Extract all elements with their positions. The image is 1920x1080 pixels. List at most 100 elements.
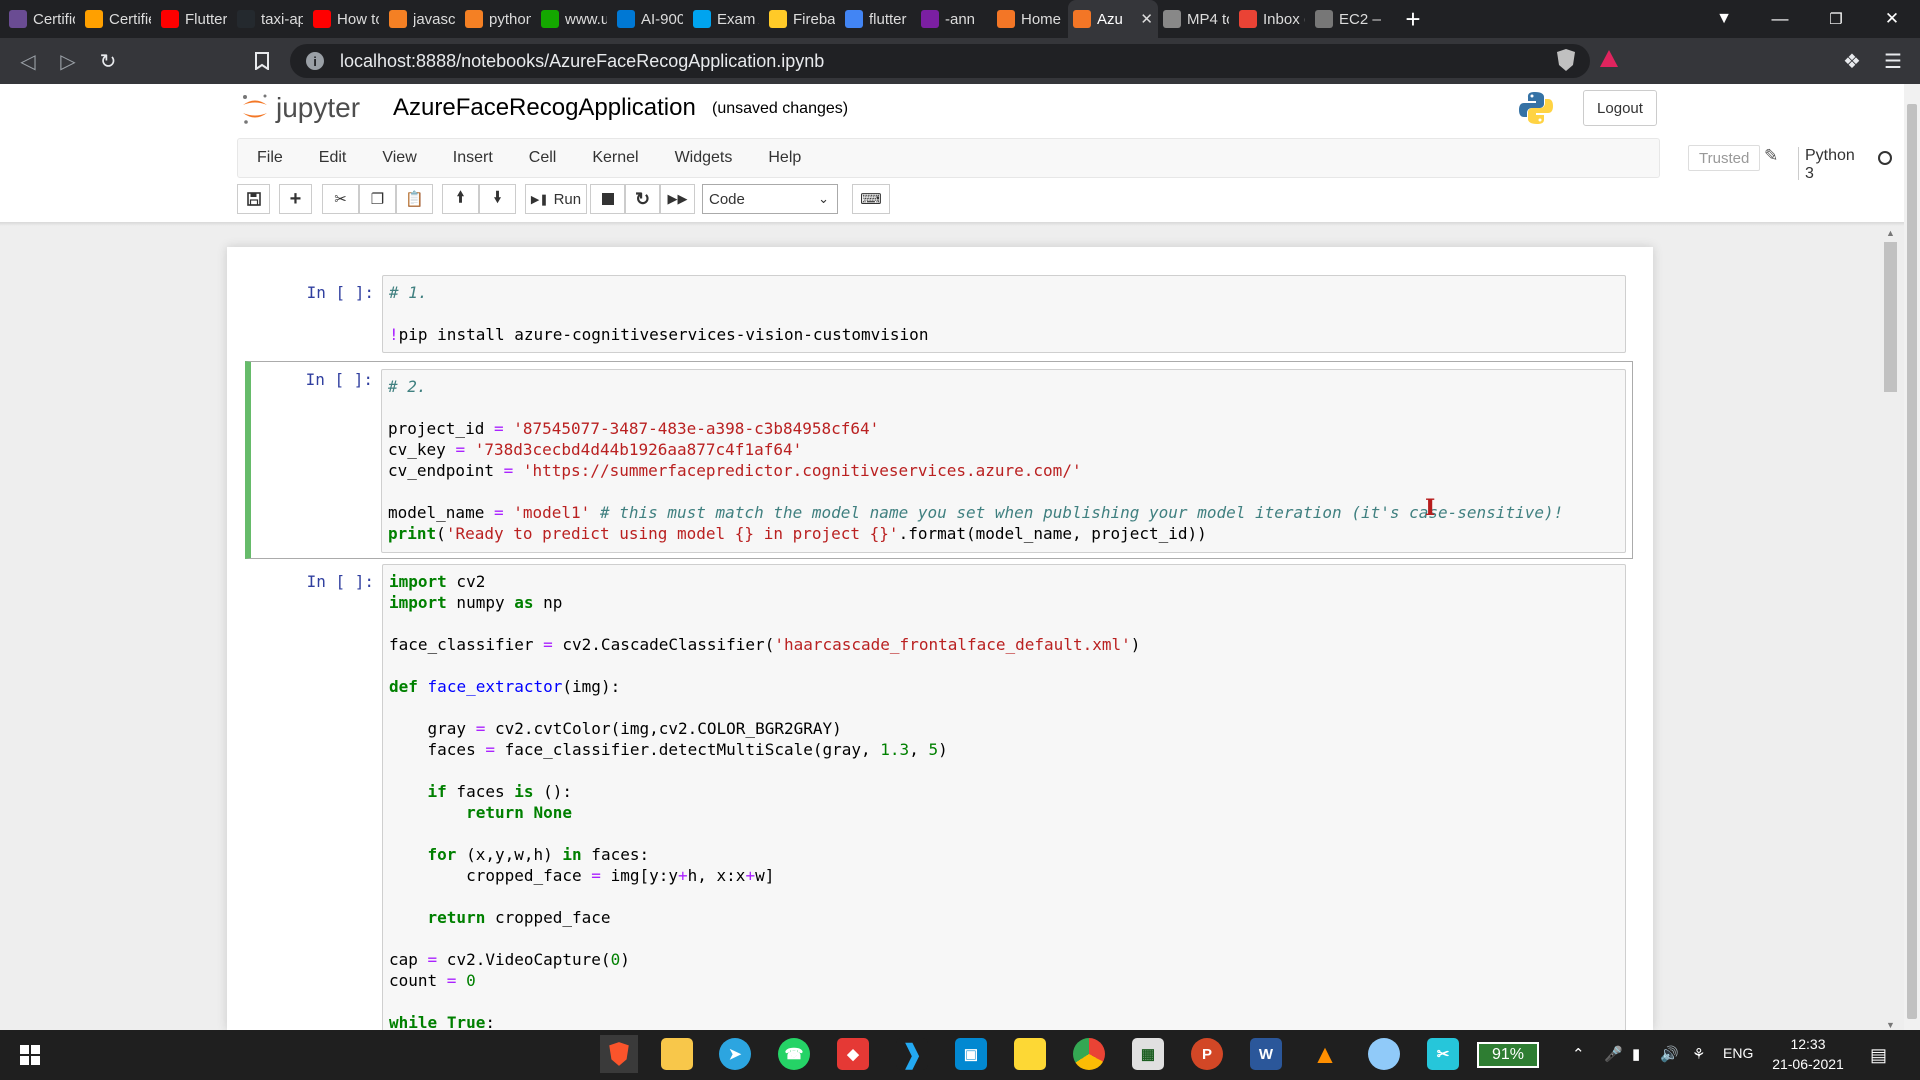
scroll-up-icon[interactable]: ▲ [1886, 228, 1895, 238]
trusted-indicator[interactable]: Trusted [1688, 145, 1761, 171]
menu-edit[interactable]: Edit [301, 139, 365, 177]
battery-indicator[interactable]: 91% [1477, 1042, 1539, 1068]
restart-run-all-button[interactable]: ▶▶ [660, 184, 695, 214]
browser-tab[interactable]: Home [992, 0, 1068, 38]
browser-tab[interactable]: Flutter [156, 0, 232, 38]
taskbar-anydesk-icon[interactable]: ◆ [837, 1038, 869, 1070]
insert-cell-button[interactable]: + [279, 184, 312, 214]
system-clock[interactable]: 12:33 21-06-2021 [1765, 1034, 1851, 1074]
interrupt-button[interactable] [590, 184, 625, 214]
notebook-scroll-thumb[interactable] [1884, 242, 1897, 392]
jupyter-logo[interactable]: jupyter [240, 92, 360, 124]
page-scroll-thumb[interactable] [1907, 104, 1917, 1019]
battery-icon[interactable]: ▮ [1632, 1045, 1640, 1063]
taskbar-powerpoint-icon[interactable]: P [1191, 1038, 1223, 1070]
tray-overflow-icon[interactable]: ⌃ [1572, 1045, 1585, 1063]
notebook-container[interactable]: In [ ]: # 1. !pip install azure-cognitiv… [227, 247, 1653, 1030]
browser-tab[interactable]: Exam A [688, 0, 764, 38]
browser-tab[interactable]: MP4 to [1158, 0, 1234, 38]
menu-insert[interactable]: Insert [435, 139, 511, 177]
browser-tab[interactable]: www.u [536, 0, 612, 38]
code-editor[interactable]: import cv2 import numpy as np face_class… [382, 564, 1626, 1030]
scroll-down-icon[interactable]: ▼ [1886, 1020, 1895, 1030]
browser-tab[interactable]: taxi-ap [232, 0, 308, 38]
browser-tab[interactable]: Azu ✕ [1068, 0, 1158, 38]
restart-kernel-button[interactable]: ↻ [625, 184, 660, 214]
reload-icon[interactable]: ↻ [88, 41, 128, 81]
browser-tab[interactable]: flutter [840, 0, 916, 38]
move-down-button[interactable]: 🠛 [479, 184, 516, 214]
notebook-title[interactable]: AzureFaceRecogApplication [393, 94, 696, 122]
notebook-scrollbar[interactable]: ▲ ▼ [1881, 226, 1900, 1032]
taskbar-file-explorer-icon[interactable] [661, 1038, 693, 1070]
taskbar-brave-icon[interactable] [600, 1035, 638, 1073]
browser-tab[interactable]: python [460, 0, 536, 38]
notifications-icon[interactable]: ▤ [1870, 1045, 1887, 1066]
taskbar-whatsapp-icon[interactable]: ☎ [778, 1038, 810, 1070]
url-bar[interactable]: i localhost:8888/notebooks/AzureFaceReco… [290, 44, 1590, 78]
extensions-icon[interactable]: ❖ [1832, 41, 1872, 81]
new-tab-icon[interactable]: + [1396, 4, 1430, 35]
windows-start-button[interactable] [0, 1030, 60, 1080]
logout-button[interactable]: Logout [1583, 90, 1657, 126]
browser-tab[interactable]: EC2 — [1310, 0, 1386, 38]
menu-help[interactable]: Help [750, 139, 819, 177]
paste-button[interactable]: 📋 [396, 184, 433, 214]
browser-tab[interactable]: -ann [916, 0, 992, 38]
code-editor[interactable]: # 2. project_id = '87545077-3487-483e-a3… [381, 369, 1626, 553]
taskbar-telegram-icon[interactable]: ➤ [719, 1038, 751, 1070]
microphone-icon[interactable]: 🎤 [1604, 1045, 1623, 1063]
python-logo-icon [1518, 90, 1554, 126]
code-editor[interactable]: # 1. !pip install azure-cognitiveservice… [382, 275, 1626, 353]
cell-type-select[interactable]: Code ⌄ [702, 184, 838, 214]
close-window-icon[interactable]: ✕ [1864, 0, 1920, 38]
restore-icon[interactable]: ❐ [1808, 0, 1864, 38]
taskbar-word-icon[interactable]: W [1250, 1038, 1282, 1070]
menu-cell[interactable]: Cell [511, 139, 575, 177]
back-icon[interactable]: ◁ [8, 41, 48, 81]
browser-menu-icon[interactable]: ☰ [1873, 41, 1913, 81]
copy-icon: ❐ [370, 191, 385, 208]
taskbar-remote-desktop-icon[interactable]: ▣ [955, 1038, 987, 1070]
kernel-name[interactable]: Python 3 [1798, 147, 1855, 183]
language-indicator[interactable]: ENG [1723, 1045, 1753, 1061]
site-info-icon[interactable]: i [306, 52, 324, 70]
browser-tab[interactable]: Firebas [764, 0, 840, 38]
page-scrollbar[interactable] [1904, 84, 1920, 1030]
cut-button[interactable]: ✂ [322, 184, 359, 214]
bookmark-icon[interactable] [242, 41, 282, 81]
taskbar-sticky-notes-icon[interactable] [1014, 1038, 1046, 1070]
taskbar-calculator-icon[interactable]: ▦ [1132, 1038, 1164, 1070]
taskbar-vscode-icon[interactable]: ❱ [896, 1038, 928, 1070]
menu-widgets[interactable]: Widgets [657, 139, 751, 177]
browser-tab[interactable]: Inbox ( [1234, 0, 1310, 38]
command-palette-button[interactable]: ⌨ [852, 184, 890, 214]
save-button[interactable] [237, 184, 270, 214]
move-up-button[interactable]: 🠙 [442, 184, 479, 214]
volume-icon[interactable]: 🔊 [1660, 1045, 1679, 1063]
browser-tab[interactable]: AI-900 [612, 0, 688, 38]
taskbar-chrome-icon[interactable] [1073, 1038, 1105, 1070]
brave-rewards-icon[interactable] [1598, 48, 1620, 75]
forward-icon[interactable]: ▷ [48, 41, 88, 81]
tab-search-icon[interactable]: ▼ [1696, 0, 1752, 38]
minimize-icon[interactable]: — [1752, 0, 1808, 38]
menu-file[interactable]: File [239, 139, 301, 177]
code-cell-1[interactable]: In [ ]: # 1. !pip install azure-cognitiv… [245, 274, 1633, 356]
brave-shield-icon[interactable] [1555, 48, 1577, 77]
wifi-icon[interactable]: ⚘ [1692, 1045, 1705, 1063]
browser-tab[interactable]: javascri [384, 0, 460, 38]
taskbar-vlc-icon[interactable]: ▲ [1309, 1038, 1341, 1070]
menu-kernel[interactable]: Kernel [574, 139, 656, 177]
code-cell-2[interactable]: In [ ]: # 2. project_id = '87545077-3487… [245, 361, 1633, 559]
browser-tab[interactable]: Certifie [80, 0, 156, 38]
browser-tab[interactable]: Certific [4, 0, 80, 38]
close-tab-icon[interactable]: ✕ [1136, 10, 1153, 28]
menu-view[interactable]: View [364, 139, 434, 177]
browser-tab[interactable]: How to [308, 0, 384, 38]
run-button[interactable]: ▶❚ Run [525, 184, 587, 214]
taskbar-snip-icon[interactable]: ✂ [1427, 1038, 1459, 1070]
copy-button[interactable]: ❐ [359, 184, 396, 214]
code-cell-3[interactable]: In [ ]: import cv2 import numpy as np fa… [245, 563, 1633, 1030]
taskbar-paint-icon[interactable] [1368, 1038, 1400, 1070]
